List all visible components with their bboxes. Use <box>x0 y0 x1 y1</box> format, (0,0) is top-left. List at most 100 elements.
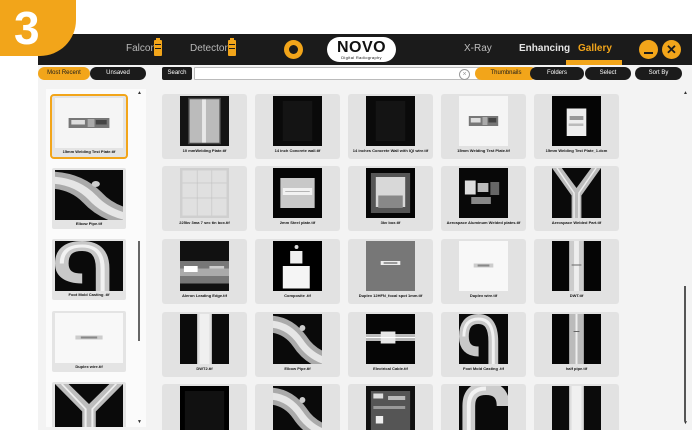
thumbnail-caption: Aleron Leading Edge.tif <box>182 293 227 298</box>
gallery-scroll-thumb[interactable] <box>684 286 686 421</box>
gallery-thumbnail[interactable] <box>162 384 247 430</box>
thumbnail-caption: 15mm Welding Test Plate.tif <box>457 148 510 153</box>
close-button[interactable]: ✕ <box>662 40 681 59</box>
gallery-thumbnail[interactable] <box>348 384 433 430</box>
scroll-down-icon[interactable]: ▼ <box>137 420 142 425</box>
novo-logo: NOVO Digital Radiography <box>327 37 396 62</box>
gallery-thumbnail[interactable]: Aerospace Welded Part.tif <box>534 166 619 231</box>
sidebar-thumbnail[interactable]: Duplex wire.tif <box>52 311 126 372</box>
search-button[interactable]: Search <box>162 67 192 80</box>
radiograph-image <box>273 96 322 146</box>
thumbnail-caption: DWT2.tif <box>196 366 213 371</box>
gallery-thumbnail[interactable] <box>441 384 526 430</box>
gallery-thumbnail[interactable]: Aerospace Aluminum Welded plates.tif <box>441 166 526 231</box>
gallery-thumbnail[interactable]: 3kv box.tif <box>348 166 433 231</box>
unsaved-toggle[interactable]: Unsaved <box>90 67 146 80</box>
select-button[interactable]: Select <box>585 67 631 80</box>
minimize-button[interactable] <box>639 40 658 59</box>
gallery-thumbnail[interactable]: Aleron Leading Edge.tif <box>162 239 247 304</box>
gallery-thumbnail[interactable]: 225kv 3ma 7 sec tin box.tif <box>162 166 247 231</box>
sidebar-scrollbar[interactable]: ▲ ▼ <box>137 91 142 425</box>
thumbnails-toggle[interactable]: Thumbnails <box>475 67 537 80</box>
search-input[interactable] <box>194 67 481 80</box>
thumbnail-caption: DWT.tif <box>569 293 584 298</box>
gallery-thumbnail[interactable]: Composite .tif <box>255 239 340 304</box>
thumbnail-caption: 15mm Welding Test Plate_1.dcm <box>545 148 608 153</box>
sidebar-thumbnail[interactable]: Elbow Pipe.tif <box>52 168 126 229</box>
sidebar-caption: 15mm Welding Test Plate.tif <box>62 149 116 154</box>
gallery-scrollbar[interactable]: ▲ ▼ <box>683 91 688 427</box>
gallery-thumbnail[interactable] <box>534 384 619 430</box>
gallery-thumbnail[interactable]: Electrical Cable.tif <box>348 312 433 377</box>
nav-enhancing[interactable]: Enhancing <box>519 43 570 55</box>
gallery-thumbnail[interactable]: Duplex wire.tif <box>441 239 526 304</box>
sidebar-thumbnail[interactable]: 15mm Welding Test Plate.tif <box>50 94 128 159</box>
radiograph-image <box>180 386 229 430</box>
device-detector-label[interactable]: Detector <box>190 43 228 55</box>
gallery-grid: 10 mmWelding Plate.tif 14 inch Concrete w… <box>160 94 685 430</box>
radiograph-image <box>273 386 322 430</box>
radiograph-image <box>180 96 229 146</box>
gallery-thumbnail[interactable]: 10 mmWelding Plate.tif <box>162 94 247 159</box>
nav-xray[interactable]: X-Ray <box>464 43 492 55</box>
radiograph-image <box>459 241 508 291</box>
sidebar-caption: Duplex wire.tif <box>75 364 103 369</box>
radiograph-image <box>459 314 508 364</box>
thumbnail-caption: 10 mmWelding Plate.tif <box>182 148 227 153</box>
gallery-thumbnail[interactable]: DWT2.tif <box>162 312 247 377</box>
thumbnail-caption: Composite .tif <box>284 293 311 298</box>
gallery-thumbnail[interactable]: 14 inches Concrete Wall with IQI wire.ti… <box>348 94 433 159</box>
radiograph-image <box>366 386 415 430</box>
radiograph-image <box>366 314 415 364</box>
thumbnail-caption: 225kv 3ma 7 sec tin box.tif <box>179 220 230 225</box>
gallery-thumbnail[interactable]: DWT.tif <box>534 239 619 304</box>
gallery-thumbnail[interactable]: 15mm Welding Test Plate_1.dcm <box>534 94 619 159</box>
scroll-down-icon[interactable]: ▼ <box>683 421 688 426</box>
radiograph-image <box>180 241 229 291</box>
sidebar-caption: Foot Mold Casting .tif <box>68 292 110 297</box>
sort-by-button[interactable]: Sort By <box>635 67 682 80</box>
gallery-thumbnail[interactable]: Elbow Pipe.tif <box>255 312 340 377</box>
sidebar-thumbnail[interactable]: Foot Mold Casting .tif <box>52 239 126 300</box>
radiograph-image <box>180 168 229 218</box>
clear-search-icon[interactable]: × <box>459 69 470 80</box>
radiograph-image <box>552 241 601 291</box>
filter-bar: Most Recent Unsaved Search × Thumbnails … <box>38 67 692 82</box>
thumbnail-caption: Foot Mold Casting .tif <box>463 366 504 371</box>
gallery-thumbnail[interactable] <box>255 384 340 430</box>
radiograph-image <box>459 168 508 218</box>
radiograph-image <box>273 241 322 291</box>
gallery-thumbnail[interactable]: 2mm Steel plate.tif <box>255 166 340 231</box>
detector-battery-icon <box>228 38 236 56</box>
radiograph-image <box>273 168 322 218</box>
radiograph-image <box>459 386 508 430</box>
gallery-thumbnail[interactable]: 15mm Welding Test Plate.tif <box>441 94 526 159</box>
nav-gallery[interactable]: Gallery <box>578 43 612 55</box>
thumbnail-caption: Duplex 12HFN_focal spot 1mm.tif <box>358 293 423 298</box>
device-falcon-label[interactable]: Falcon <box>126 43 156 55</box>
radiograph-image <box>552 386 601 430</box>
thumbnail-caption: Elbow Pipe.tif <box>284 366 311 371</box>
scroll-up-icon[interactable]: ▲ <box>137 91 142 96</box>
radiograph-image <box>552 168 601 218</box>
gallery-thumbnail[interactable]: half pipe.tif <box>534 312 619 377</box>
sidebar-image <box>55 313 123 363</box>
most-recent-toggle[interactable]: Most Recent <box>38 67 90 80</box>
gallery-thumbnail[interactable]: Foot Mold Casting .tif <box>441 312 526 377</box>
gear-icon[interactable] <box>284 40 303 59</box>
thumbnail-caption: half pipe.tif <box>565 366 588 371</box>
sidebar-thumbnail[interactable] <box>52 382 126 427</box>
radiograph-image <box>366 168 415 218</box>
gallery-thumbnail[interactable]: 14 inch Concrete wall.tif <box>255 94 340 159</box>
gallery-window: Falcon Detector NOVO Digital Radiography… <box>38 34 692 430</box>
radiograph-image <box>459 96 508 146</box>
radiograph-image <box>552 314 601 364</box>
sidebar-scroll-thumb[interactable] <box>138 241 140 341</box>
sidebar-image <box>55 241 123 291</box>
thumbnail-caption: 14 inches Concrete Wall with IQI wire.ti… <box>352 148 429 153</box>
scroll-up-icon[interactable]: ▲ <box>683 91 688 96</box>
folders-toggle[interactable]: Folders <box>530 67 584 80</box>
thumbnail-caption: 3kv box.tif <box>380 220 401 225</box>
thumbnail-caption: 2mm Steel plate.tif <box>279 220 316 225</box>
gallery-thumbnail[interactable]: Duplex 12HFN_focal spot 1mm.tif <box>348 239 433 304</box>
